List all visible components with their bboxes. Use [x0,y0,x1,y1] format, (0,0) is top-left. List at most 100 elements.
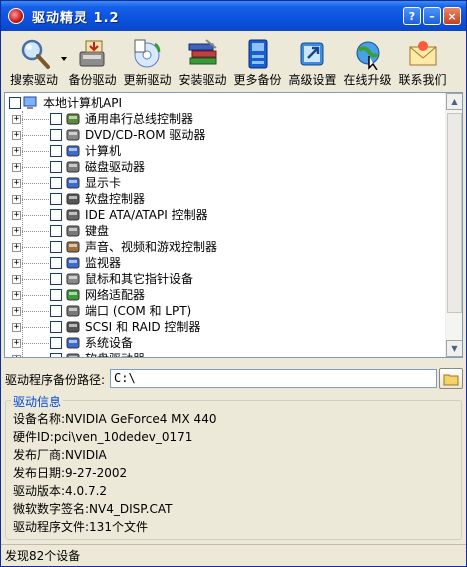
expand-plus-icon[interactable]: + [12,179,21,188]
backup-path-input[interactable]: C:\ [110,369,437,388]
tree-connector [22,151,49,152]
expand-plus-icon[interactable]: + [12,355,21,357]
backup-driver-button[interactable]: 备份驱动 [65,33,120,89]
expand-plus-icon[interactable]: + [12,291,21,300]
tree-item[interactable]: + 计算机 [5,143,425,159]
port-icon [66,305,80,317]
status-bar: 发现82个设备 [1,544,466,566]
expand-plus-icon[interactable]: + [12,131,21,140]
scroll-up-button[interactable]: ▲ [446,93,462,110]
tree-item[interactable]: + 键盘 [5,223,425,239]
expand-plus-icon[interactable]: + [12,147,21,156]
expand-plus-icon[interactable]: + [12,243,21,252]
tree-connector [22,119,49,120]
tree-item-label: 显示卡 [85,176,122,190]
system-device-icon [66,337,80,349]
expand-plus-icon[interactable]: + [12,115,21,124]
driver-info-group: 驱动信息 设备名称:NVIDIA GeForce4 MX 440 硬件ID:pc… [5,393,462,540]
more-backup-button[interactable]: 更多备份 [230,33,285,89]
tree-connector [22,215,49,216]
tree-item-checkbox[interactable] [50,161,62,173]
scsi-icon [66,321,80,333]
backup-path-label: 驱动程序备份路径: [5,372,106,387]
tree-item[interactable]: + 软盘控制器 [5,191,425,207]
title-bar-buttons: ? – × [403,7,461,25]
tree-item[interactable]: + 鼠标和其它指针设备 [5,271,425,287]
toolbar-label: 搜索驱动 [9,73,58,87]
tree-item-checkbox[interactable] [50,241,62,253]
tree-item[interactable]: + 监视器 [5,255,425,271]
toolbar-label: 高级设置 [288,73,337,87]
expand-plus-icon[interactable]: + [12,227,21,236]
toolbar-label: 更新驱动 [123,73,172,87]
tree-connector [22,199,49,200]
tree-item[interactable]: + 声音、视频和游戏控制器 [5,239,425,255]
backup-drive-icon [79,40,104,67]
expand-plus-icon[interactable]: + [12,195,21,204]
device-tree[interactable]: 本地计算机API + 通用串行总线控制器 + DVD/CD-ROM 驱动器 + 计算机 + 磁… [4,92,463,358]
info-release-date: 发布日期:9-27-2002 [13,466,128,480]
tree-item[interactable]: + 端口 (COM 和 LPT) [5,303,425,319]
tree-item-label: SCSI 和 RAID 控制器 [85,320,201,334]
tree-item-checkbox[interactable] [50,289,62,301]
folder-icon [443,374,459,385]
expand-plus-icon[interactable]: + [12,275,21,284]
more-backup-icon [248,39,267,69]
scroll-down-button[interactable]: ▼ [446,340,462,357]
tree-item[interactable]: + 通用串行总线控制器 [5,111,425,127]
tree-item-checkbox[interactable] [50,113,62,125]
expand-plus-icon[interactable]: + [12,259,21,268]
tree-item-checkbox[interactable] [50,353,62,357]
online-upgrade-button[interactable]: 在线升级 [340,33,395,89]
tree-item-checkbox[interactable] [50,321,62,333]
tree-item-checkbox[interactable] [50,177,62,189]
browse-folder-button[interactable] [439,368,463,389]
tree-item[interactable]: + IDE ATA/ATAPI 控制器 [5,207,425,223]
tree-item-checkbox[interactable] [50,193,62,205]
tree-root-checkbox[interactable] [9,97,21,109]
tree-scrollbar[interactable]: ▲ ▼ [445,93,462,357]
tree-item-checkbox[interactable] [50,273,62,285]
tree-item-label: 软盘控制器 [85,192,146,206]
tree-item[interactable]: + 网络适配器 [5,287,425,303]
update-driver-button[interactable]: 更新驱动 [120,33,175,89]
tree-item[interactable]: + SCSI 和 RAID 控制器 [5,319,425,335]
tree-item-checkbox[interactable] [50,209,62,221]
expand-plus-icon[interactable]: + [12,211,21,220]
tree-item[interactable]: + 显示卡 [5,175,425,191]
status-text: 发现82个设备 [5,549,81,563]
tree-item-checkbox[interactable] [50,129,62,141]
minimize-button[interactable]: – [423,7,441,25]
help-button[interactable]: ? [403,7,421,25]
tree-item-label: 网络适配器 [85,288,146,302]
expand-plus-icon[interactable]: + [12,307,21,316]
tree-item[interactable]: + 软盘驱动器 [5,351,425,357]
expand-plus-icon[interactable]: + [12,339,21,348]
tree-connector [22,135,49,136]
tree-item[interactable]: + 磁盘驱动器 [5,159,425,175]
tree-item-checkbox[interactable] [50,225,62,237]
install-driver-button[interactable]: 安装驱动 [175,33,230,89]
expand-plus-icon[interactable]: + [12,323,21,332]
tree-item-label: 通用串行总线控制器 [85,112,194,126]
tree-item-checkbox[interactable] [50,337,62,349]
tree-item-checkbox[interactable] [50,145,62,157]
device-tree-content: 本地计算机API + 通用串行总线控制器 + DVD/CD-ROM 驱动器 + 计算机 + 磁… [5,93,446,357]
tree-root[interactable]: 本地计算机API [5,95,305,111]
advanced-settings-button[interactable]: 高级设置 [285,33,340,89]
update-driver-icon [134,39,160,68]
cdrom-icon [66,129,80,141]
tree-item[interactable]: + DVD/CD-ROM 驱动器 [5,127,425,143]
toolbar: 搜索驱动 备份驱动 更新驱动 安装驱动 更多备份 高级设置 在线升级 联系我们 [3,33,464,89]
tree-item-checkbox[interactable] [50,257,62,269]
contact-us-button[interactable]: 联系我们 [395,33,450,89]
driver-info-title: 驱动信息 [11,393,64,410]
close-button[interactable]: × [443,7,461,25]
search-driver-button[interactable]: 搜索驱动 [3,33,67,89]
expand-plus-icon[interactable]: + [12,163,21,172]
tree-item-checkbox[interactable] [50,305,62,317]
tree-item[interactable]: + 系统设备 [5,335,425,351]
title-bar[interactable]: 驱动精灵 1.2 ? – × [1,1,466,31]
computer-icon [66,145,80,157]
scroll-thumb[interactable] [447,113,462,313]
